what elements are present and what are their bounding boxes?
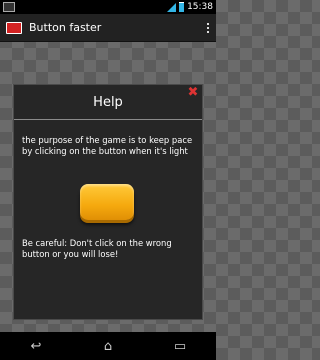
dialog-divider: [14, 119, 202, 120]
help-dialog: Help ✖ the purpose of the game is to kee…: [13, 84, 203, 320]
app-icon[interactable]: [6, 21, 22, 34]
dialog-description: the purpose of the game is to keep pace …: [22, 135, 193, 156]
app-title: Button faster: [29, 21, 102, 34]
dialog-warning: Be careful: Don't click on the wrong but…: [22, 238, 172, 259]
battery-icon: [179, 2, 185, 12]
cell-signal-icon: [167, 2, 177, 12]
action-bar: Button faster: [0, 14, 216, 42]
recent-apps-icon[interactable]: ▭: [165, 340, 195, 353]
back-icon[interactable]: ↩: [21, 340, 51, 353]
overflow-menu-icon[interactable]: [206, 22, 210, 33]
status-bar: 15:38: [0, 0, 216, 14]
status-time: 15:38: [187, 2, 213, 12]
navigation-bar: ↩ ⌂ ▭: [0, 332, 216, 360]
home-icon[interactable]: ⌂: [93, 340, 123, 353]
dialog-title: Help: [93, 94, 123, 110]
close-icon[interactable]: ✖: [187, 86, 199, 99]
example-game-button: [80, 184, 134, 220]
notification-icon: [3, 2, 15, 12]
